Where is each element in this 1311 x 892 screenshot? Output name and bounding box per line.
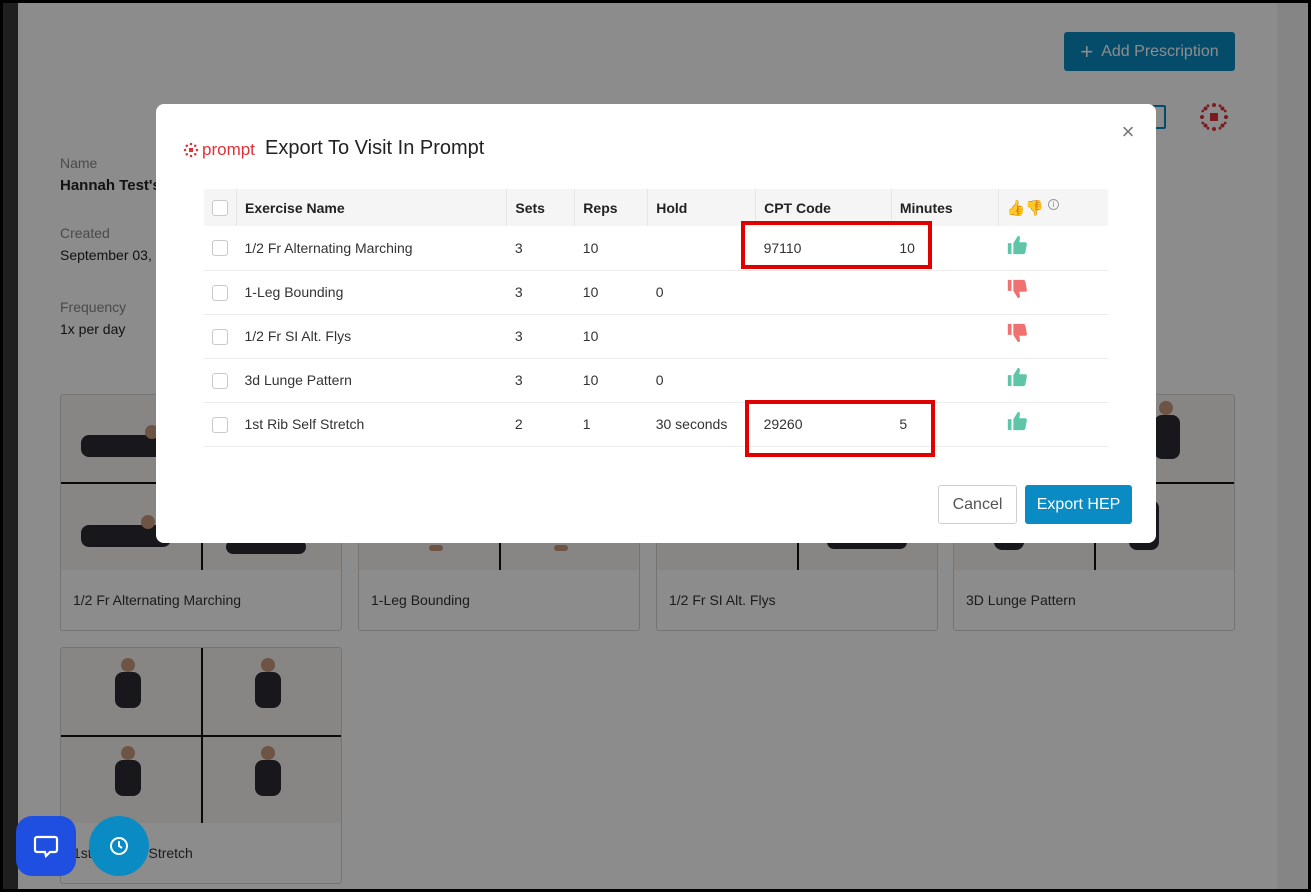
exercise-table: Exercise Name Sets Reps Hold CPT Code Mi… [204, 189, 1108, 447]
thumbs-up-icon[interactable] [1006, 411, 1028, 437]
table-row[interactable]: 1/2 Fr Alternating Marching 3 10 97110 10 [204, 226, 1108, 271]
thumbs-up-down-icon: 👍👎 [1006, 199, 1045, 217]
exercise-name-cell: 1-Leg Bounding [236, 270, 507, 315]
hold-cell [647, 314, 756, 359]
minutes-cell [891, 314, 999, 359]
exercise-name-cell: 1/2 Fr SI Alt. Flys [236, 314, 507, 359]
prompt-brand-label: prompt [202, 140, 255, 159]
cpt-code-cell [755, 314, 892, 359]
thumbs-up-icon[interactable] [1006, 235, 1028, 261]
col-rating: 👍👎 i [998, 189, 1108, 226]
modal-title: Export To Visit In Prompt [265, 137, 485, 159]
hold-cell: 0 [647, 270, 756, 315]
reps-cell: 10 [574, 358, 648, 403]
cancel-button[interactable]: Cancel [938, 485, 1017, 524]
chat-bubble-icon [33, 835, 59, 859]
info-icon[interactable]: i [1048, 198, 1060, 210]
row-checkbox[interactable] [212, 372, 228, 389]
thumbs-up-icon[interactable] [1006, 367, 1028, 393]
sets-cell: 3 [506, 358, 575, 403]
reps-cell: 1 [574, 402, 648, 447]
export-modal: × prompt Export To Visit In Prompt Exerc… [156, 104, 1156, 543]
table-row[interactable]: 1/2 Fr SI Alt. Flys 3 10 [204, 314, 1108, 359]
clock-icon [110, 837, 128, 855]
col-sets: Sets [506, 189, 576, 226]
exercise-name-cell: 1st Rib Self Stretch [236, 402, 507, 447]
table-row[interactable]: 1-Leg Bounding 3 10 0 [204, 270, 1108, 315]
col-reps: Reps [574, 189, 649, 226]
row-checkbox[interactable] [212, 240, 228, 257]
cpt-highlight-box [741, 221, 932, 269]
row-checkbox[interactable] [212, 284, 228, 301]
chat-button[interactable] [16, 816, 76, 876]
hold-cell: 0 [647, 358, 756, 403]
sets-cell: 3 [506, 270, 575, 315]
col-exercise-name: Exercise Name [236, 189, 508, 226]
table-row[interactable]: 3d Lunge Pattern 3 10 0 [204, 358, 1108, 403]
thumbs-down-icon[interactable] [1006, 279, 1028, 305]
minutes-cell [891, 358, 999, 403]
reps-cell: 10 [574, 314, 648, 359]
reps-cell: 10 [574, 270, 648, 315]
prompt-logo-icon [183, 142, 199, 158]
exercise-name-cell: 1/2 Fr Alternating Marching [236, 226, 507, 271]
thumbs-down-icon[interactable] [1006, 323, 1028, 349]
table-header: Exercise Name Sets Reps Hold CPT Code Mi… [204, 189, 1108, 226]
close-icon[interactable]: × [1118, 121, 1138, 143]
col-hold: Hold [647, 189, 757, 226]
exercise-name-cell: 3d Lunge Pattern [236, 358, 507, 403]
hold-cell [647, 226, 756, 271]
row-checkbox[interactable] [212, 328, 228, 345]
sets-cell: 2 [506, 402, 575, 447]
history-button[interactable] [89, 816, 149, 876]
table-row[interactable]: 1st Rib Self Stretch 2 1 30 seconds 29260 5 [204, 402, 1108, 447]
row-checkbox[interactable] [212, 416, 228, 433]
cpt-highlight-box [745, 400, 935, 457]
select-all-checkbox[interactable] [212, 200, 228, 217]
minutes-cell [891, 270, 999, 315]
reps-cell: 10 [574, 226, 648, 271]
prompt-brand: prompt [183, 140, 255, 160]
cpt-code-cell [755, 358, 892, 403]
sets-cell: 3 [506, 314, 575, 359]
hold-cell: 30 seconds [647, 402, 756, 447]
browser-frame: + Add Prescription Name Hannah Test's Cr… [3, 3, 1308, 889]
export-hep-button[interactable]: Export HEP [1025, 485, 1132, 524]
sets-cell: 3 [506, 226, 575, 271]
cpt-code-cell [755, 270, 892, 315]
